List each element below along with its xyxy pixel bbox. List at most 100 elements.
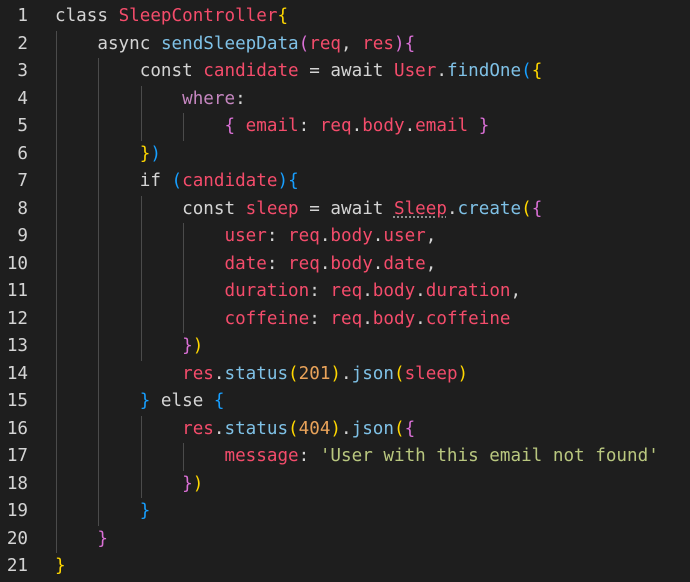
- code-token: .: [341, 418, 352, 439]
- line-code: }): [55, 333, 203, 360]
- line-number: 13: [6, 336, 28, 356]
- code-line[interactable]: 6 }): [0, 141, 690, 168]
- code-token: {: [224, 116, 236, 136]
- code-token: (: [521, 198, 532, 219]
- code-token: :: [309, 308, 331, 329]
- line-code: class SleepController{: [55, 3, 288, 30]
- code-token: =: [298, 198, 331, 219]
- line-code: date: req.body.date,: [55, 251, 436, 278]
- line-number: 20: [6, 528, 28, 549]
- code-line[interactable]: 7 if (candidate){: [0, 168, 690, 195]
- code-line[interactable]: 9 user: req.body.user,: [0, 223, 690, 250]
- code-line[interactable]: 21}: [0, 553, 690, 580]
- line-number: 6: [17, 143, 28, 164]
- code-token: :: [309, 281, 331, 301]
- code-line[interactable]: 20 }: [0, 526, 690, 553]
- code-token: create: [457, 198, 522, 219]
- code-token: }: [139, 501, 151, 521]
- code-token: duration: [425, 281, 511, 301]
- line-code: message: 'User with this email not found…: [55, 443, 659, 470]
- code-token: body: [372, 308, 416, 329]
- line-number: 17: [6, 446, 28, 466]
- code-line[interactable]: 16 res.status(404).json({: [0, 416, 690, 443]
- code-token: const: [55, 198, 246, 219]
- code-token: res: [182, 418, 214, 439]
- code-token: .: [362, 281, 373, 301]
- code-token: .: [341, 363, 352, 384]
- line-number: 18: [6, 473, 28, 494]
- line-code: } else {: [55, 388, 225, 415]
- code-token: res: [182, 363, 214, 384]
- line-number: 19: [6, 501, 28, 521]
- code-token: ,: [510, 281, 522, 301]
- code-token: coffeine: [224, 308, 310, 329]
- code-line[interactable]: 5 { email: req.body.email }: [0, 113, 690, 140]
- code-token: req: [330, 308, 363, 329]
- line-code: coffeine: req.body.coffeine: [55, 306, 510, 333]
- code-token: user: [224, 226, 267, 246]
- line-number: 8: [17, 198, 28, 219]
- code-token: :: [266, 226, 289, 246]
- code-token: body: [362, 116, 405, 136]
- code-token: SleepController: [118, 6, 278, 26]
- code-editor[interactable]: 1 class SleepController{2 async sendSleep…: [0, 0, 690, 582]
- line-number: 21: [6, 556, 28, 576]
- code-token: await: [330, 198, 394, 219]
- line-code: const candidate = await User.findOne({: [55, 58, 543, 85]
- code-token: }: [478, 116, 490, 136]
- code-line[interactable]: 4 where:: [0, 86, 690, 113]
- code-token: body: [330, 253, 373, 274]
- code-token: req: [319, 116, 352, 136]
- line-code: }: [55, 498, 151, 525]
- code-token: User: [393, 61, 437, 81]
- code-token: await: [330, 61, 394, 81]
- code-token: }: [139, 391, 151, 411]
- code-token: 404: [298, 418, 331, 439]
- line-number: 3: [17, 61, 28, 81]
- code-line[interactable]: 10 date: req.body.date,: [0, 251, 690, 278]
- code-line[interactable]: 1 class SleepController{: [0, 3, 690, 30]
- code-line[interactable]: 17 message: 'User with this email not fo…: [0, 443, 690, 470]
- code-token: sleep: [404, 363, 458, 384]
- code-token: .: [404, 116, 416, 136]
- code-token: .: [436, 61, 447, 81]
- code-token: (: [171, 171, 183, 191]
- code-token: 'User with this email not found': [319, 446, 659, 466]
- code-line[interactable]: 2 async sendSleepData(req, res){: [0, 31, 690, 58]
- code-token: ): [277, 171, 289, 191]
- line-number: 7: [17, 171, 28, 191]
- code-line[interactable]: 14 res.status(201).json(sleep): [0, 361, 690, 388]
- code-token: {: [213, 391, 225, 411]
- code-token: .: [446, 198, 458, 219]
- code-token: .: [372, 226, 384, 246]
- code-token: (: [393, 363, 405, 384]
- line-number: 2: [17, 33, 28, 54]
- code-line[interactable]: 15 } else {: [0, 388, 690, 415]
- code-line[interactable]: 18 }): [0, 471, 690, 498]
- code-line[interactable]: 8 const sleep = await Sleep.create({: [0, 196, 690, 223]
- code-line[interactable]: 11 duration: req.body.duration,: [0, 278, 690, 305]
- code-line[interactable]: 19 }: [0, 498, 690, 525]
- code-token: res: [362, 33, 394, 54]
- code-token: .: [319, 226, 331, 246]
- code-token: .: [415, 281, 426, 301]
- code-token: async: [55, 33, 161, 54]
- code-token: status: [224, 418, 289, 439]
- code-line[interactable]: 3 const candidate = await User.findOne({: [0, 58, 690, 85]
- line-code: where:: [55, 86, 246, 113]
- code-token: {: [288, 171, 299, 191]
- code-line[interactable]: 13 }): [0, 333, 690, 360]
- line-number: 1: [17, 6, 28, 26]
- line-number: 9: [17, 226, 28, 246]
- code-line[interactable]: 12 coffeine: req.body.coffeine: [0, 306, 690, 333]
- code-token: req: [288, 226, 320, 246]
- code-token: .: [213, 363, 225, 384]
- code-token: .: [319, 253, 331, 274]
- code-token: ,: [425, 226, 437, 246]
